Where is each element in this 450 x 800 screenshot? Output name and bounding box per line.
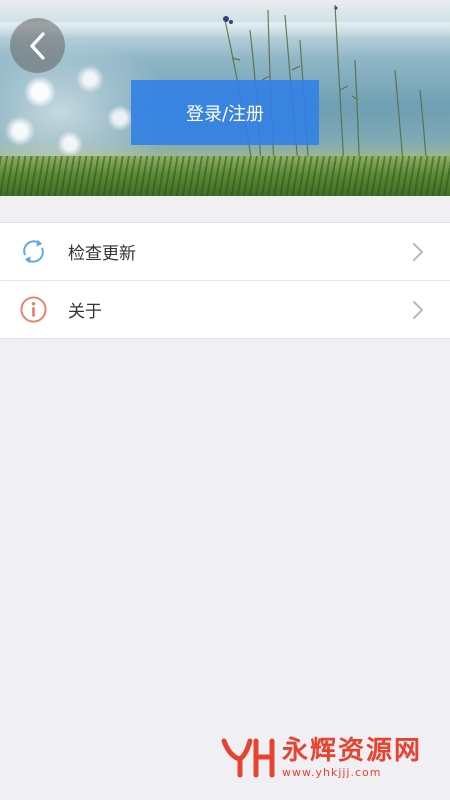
back-button[interactable] <box>10 18 65 73</box>
header-banner: 登录/注册 <box>0 0 450 196</box>
refresh-icon <box>23 239 44 264</box>
chevron-right-icon <box>413 301 423 319</box>
menu-item-about[interactable]: 关于 <box>0 280 450 338</box>
login-register-button[interactable]: 登录/注册 <box>131 80 319 145</box>
menu-item-label: 关于 <box>68 302 102 322</box>
chevron-left-icon <box>29 31 45 60</box>
watermark-url: www.yhkjjj.com <box>281 765 382 779</box>
watermark: 永辉资源网 www.yhkjjj.com <box>220 732 422 782</box>
info-icon <box>20 296 47 323</box>
watermark-title: 永辉资源网 <box>281 735 422 766</box>
watermark-logo <box>221 738 275 778</box>
menu-item-label: 检查更新 <box>68 244 136 264</box>
grass-field <box>0 156 450 196</box>
settings-menu: 检查更新 关于 <box>0 222 450 339</box>
chevron-right-icon <box>413 243 423 261</box>
menu-item-check-update[interactable]: 检查更新 <box>0 223 450 280</box>
